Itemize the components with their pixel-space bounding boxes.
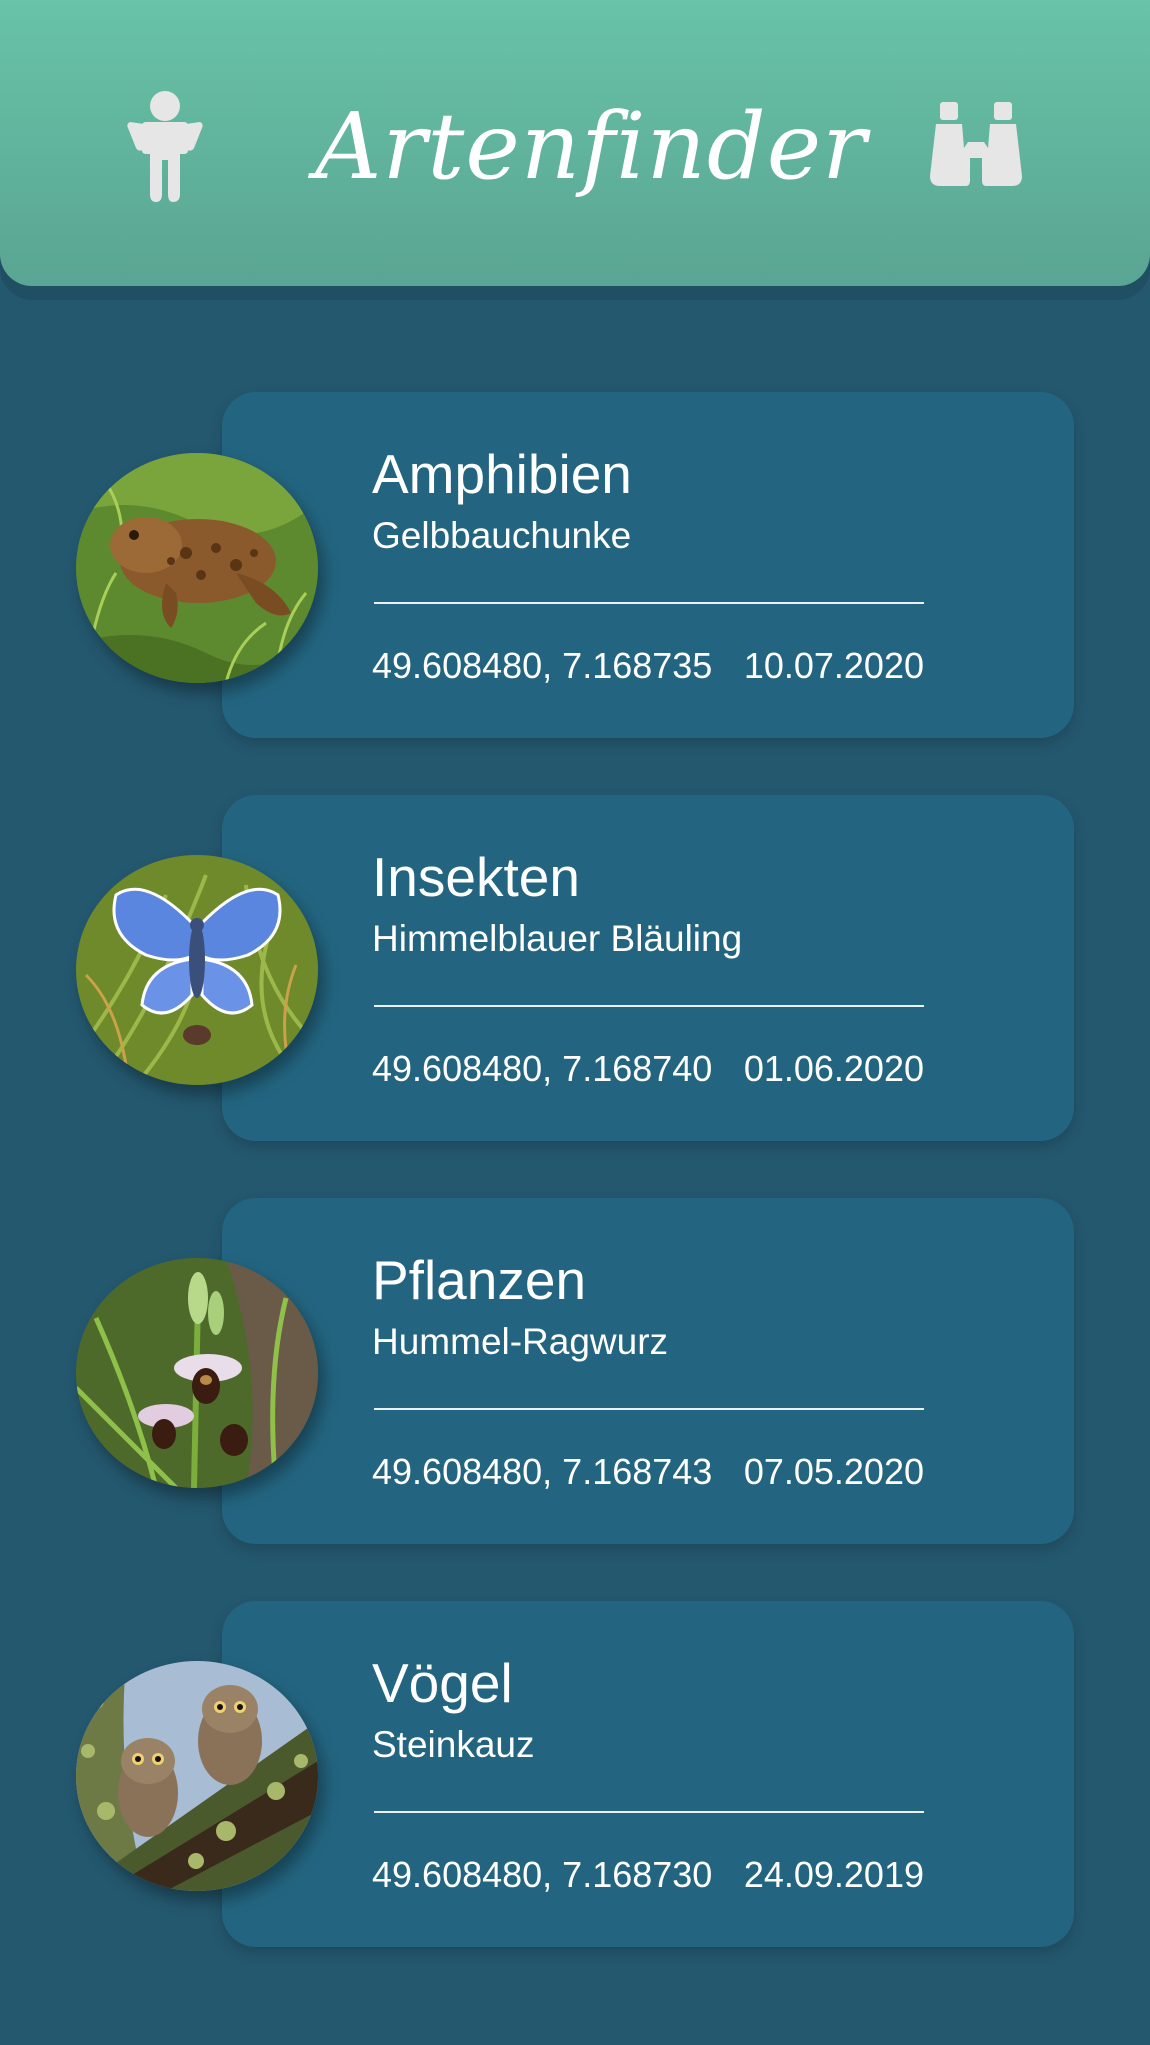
binoculars-icon[interactable] (928, 102, 1024, 186)
sighting-card-voegel[interactable]: Vögel Steinkauz 49.608480, 7.168730 24.0… (222, 1601, 1074, 1947)
divider (374, 1408, 924, 1410)
sighting-species: Steinkauz (372, 1724, 535, 1765)
divider (374, 1811, 924, 1813)
sighting-coordinates: 49.608480, 7.168743 (372, 1451, 713, 1492)
sighting-coordinates: 49.608480, 7.168740 (372, 1048, 713, 1089)
sighting-date: 24.09.2019 (743, 1854, 924, 1895)
sighting-card-insekten[interactable]: Insekten Himmelblauer Bläuling 49.608480… (222, 795, 1074, 1141)
sighting-category: Insekten (372, 846, 580, 908)
app-title: Artenfinder (315, 93, 868, 200)
sighting-species: Himmelblauer Bläuling (372, 918, 743, 959)
sighting-date: 10.07.2020 (743, 645, 924, 686)
owls-photo[interactable] (76, 1661, 318, 1891)
sighting-category: Pflanzen (372, 1249, 587, 1311)
sighting-category: Vögel (372, 1652, 513, 1714)
sighting-species: Gelbbauchunke (372, 515, 632, 556)
sighting-coordinates: 49.608480, 7.168730 (372, 1854, 713, 1895)
butterfly-photo[interactable] (76, 855, 318, 1085)
divider (374, 1005, 924, 1007)
app-header: Artenfinder (0, 0, 1150, 286)
toad-photo[interactable] (76, 453, 318, 683)
sighting-species: Hummel-Ragwurz (372, 1321, 669, 1362)
sighting-date: 01.06.2020 (743, 1048, 924, 1089)
person-icon[interactable] (124, 90, 206, 202)
divider (374, 602, 924, 604)
sighting-card-pflanzen[interactable]: Pflanzen Hummel-Ragwurz 49.608480, 7.168… (222, 1198, 1074, 1544)
orchid-photo[interactable] (76, 1258, 318, 1488)
sighting-date: 07.05.2020 (743, 1451, 924, 1492)
sighting-card-amphibien[interactable]: Amphibien Gelbbauchunke 49.608480, 7.168… (222, 392, 1074, 738)
sighting-category: Amphibien (372, 443, 632, 505)
sighting-coordinates: 49.608480, 7.168735 (372, 645, 713, 686)
